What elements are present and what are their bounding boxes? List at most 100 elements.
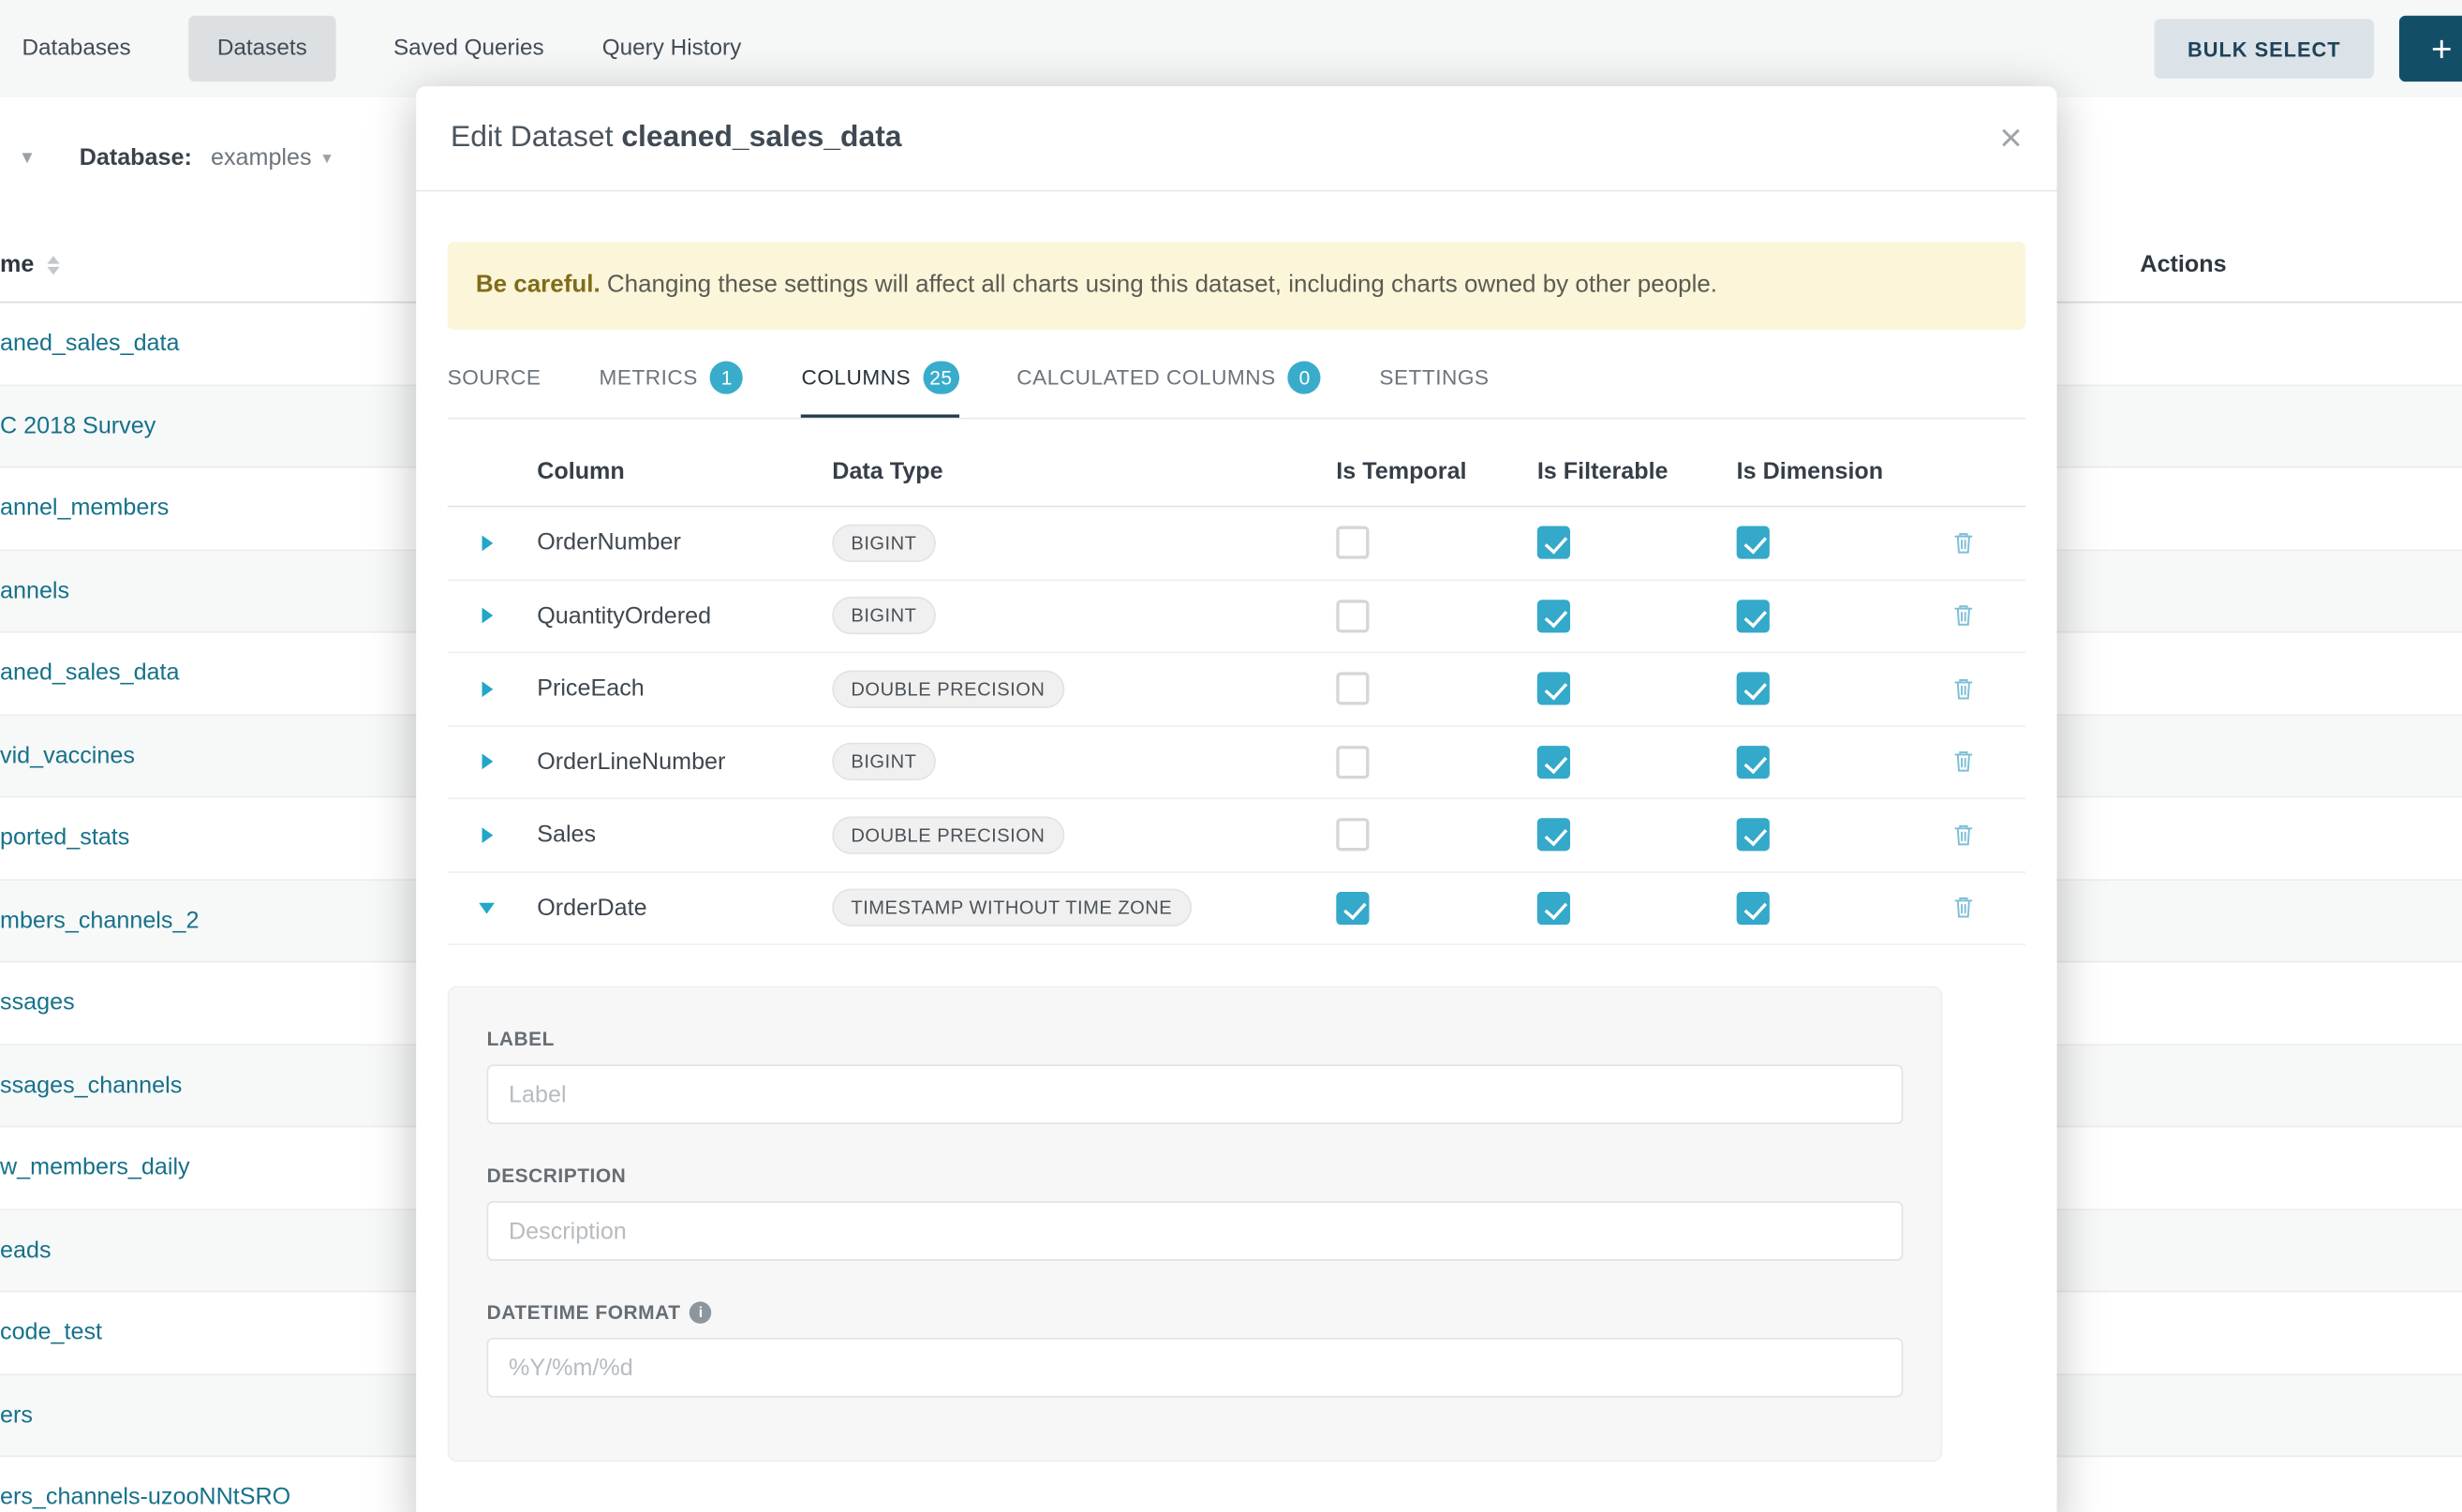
data-type-pill: TIMESTAMP WITHOUT TIME ZONE [832, 889, 1191, 926]
column-name: OrderDate [526, 895, 823, 921]
column-row-expanded: OrderDate TIMESTAMP WITHOUT TIME ZONE [448, 872, 2025, 945]
modal-title: Edit Dataset cleaned_sales_data [451, 121, 902, 156]
dataset-link[interactable]: code_test [0, 1292, 102, 1374]
plus-icon: + [2431, 27, 2453, 68]
nav-tab-datasets[interactable]: Datasets [189, 16, 335, 82]
add-dataset-button[interactable]: + [2399, 16, 2462, 82]
column-name: OrderNumber [526, 529, 823, 556]
expand-caret-icon[interactable] [482, 754, 493, 770]
tab-label: SOURCE [448, 366, 541, 390]
dataset-link[interactable]: eads [0, 1209, 52, 1292]
is-temporal-checkbox[interactable] [1336, 673, 1369, 705]
close-icon[interactable]: × [1999, 119, 2022, 158]
tab-source[interactable]: SOURCE [448, 351, 541, 417]
nav-tab-saved-queries[interactable]: Saved Queries [393, 37, 544, 62]
delete-icon[interactable] [1951, 823, 1975, 848]
dataset-link[interactable]: annels [0, 550, 69, 632]
expand-caret-icon[interactable] [482, 681, 493, 697]
delete-icon[interactable] [1951, 896, 1975, 921]
info-icon[interactable]: i [690, 1301, 712, 1323]
nav-tab-query-history[interactable]: Query History [602, 37, 742, 62]
sort-icon[interactable] [47, 255, 59, 274]
is-dimension-checkbox[interactable] [1737, 526, 1770, 559]
tab-calculated-columns[interactable]: CALCULATED COLUMNS0 [1016, 351, 1321, 417]
collapse-caret-icon[interactable] [479, 902, 495, 913]
modal-tabs: SOURCE METRICS1 COLUMNS25 CALCULATED COL… [448, 351, 2025, 419]
delete-icon[interactable] [1951, 530, 1975, 556]
is-dimension-checkbox[interactable] [1737, 673, 1770, 705]
name-column-header[interactable]: me [0, 251, 34, 277]
metrics-count-badge: 1 [710, 361, 743, 393]
is-dimension-checkbox[interactable] [1737, 600, 1770, 632]
dataset-link[interactable]: mbers_channels_2 [0, 880, 199, 962]
column-header: Column [526, 458, 823, 484]
data-type-pill: BIGINT [832, 597, 935, 634]
modal-title-prefix: Edit Dataset [451, 121, 613, 154]
tab-metrics[interactable]: METRICS1 [600, 351, 744, 417]
warning-lead: Be careful. [476, 272, 601, 298]
is-filterable-checkbox[interactable] [1537, 746, 1570, 778]
column-row: PriceEach DOUBLE PRECISION [448, 653, 2025, 726]
is-filterable-checkbox[interactable] [1537, 600, 1570, 632]
dataset-link[interactable]: annel_members [0, 467, 169, 550]
dataset-link[interactable]: ported_stats [0, 797, 129, 880]
edit-dataset-modal: Edit Dataset cleaned_sales_data × Be car… [416, 86, 2056, 1512]
is-temporal-checkbox[interactable] [1336, 526, 1369, 559]
collapse-caret-icon[interactable]: ▾ [22, 144, 32, 170]
columns-table: Column Data Type Is Temporal Is Filterab… [448, 438, 2025, 945]
nav-tab-databases[interactable]: Databases [22, 37, 130, 62]
dataset-link[interactable]: aned_sales_data [0, 303, 180, 385]
datetime-format-input[interactable] [487, 1338, 1904, 1398]
data-type-pill: DOUBLE PRECISION [832, 670, 1063, 707]
database-filter-select[interactable]: examples ▾ [211, 143, 332, 170]
tab-label: CALCULATED COLUMNS [1016, 366, 1275, 390]
is-filterable-checkbox[interactable] [1537, 673, 1570, 705]
is-temporal-checkbox[interactable] [1336, 746, 1369, 778]
is-filterable-checkbox[interactable] [1537, 892, 1570, 925]
is-dimension-checkbox[interactable] [1737, 892, 1770, 925]
column-row: OrderNumber BIGINT [448, 507, 2025, 580]
is-dimension-checkbox[interactable] [1737, 819, 1770, 852]
is-temporal-checkbox[interactable] [1336, 892, 1369, 925]
datetime-format-field: DATETIME FORMAT i [487, 1301, 1904, 1397]
description-input[interactable] [487, 1201, 1904, 1261]
expand-caret-icon[interactable] [482, 608, 493, 624]
columns-table-header: Column Data Type Is Temporal Is Filterab… [448, 438, 2025, 508]
dataset-link[interactable]: w_members_daily [0, 1127, 190, 1209]
dataset-link[interactable]: ssages [0, 962, 75, 1045]
is-dimension-checkbox[interactable] [1737, 746, 1770, 778]
warning-text: Changing these settings will affect all … [601, 272, 1717, 298]
delete-icon[interactable] [1951, 603, 1975, 629]
delete-icon[interactable] [1951, 676, 1975, 702]
tab-settings[interactable]: SETTINGS [1379, 351, 1489, 417]
dataset-link[interactable]: C 2018 Survey [0, 385, 156, 467]
actions-column-header: Actions [2140, 251, 2226, 277]
label-input[interactable] [487, 1064, 1904, 1124]
is-temporal-checkbox[interactable] [1336, 819, 1369, 852]
database-filter-label: Database: [80, 143, 192, 170]
dataset-link[interactable]: ssages_channels [0, 1045, 182, 1127]
column-row: Sales DOUBLE PRECISION [448, 799, 2025, 872]
expand-caret-icon[interactable] [482, 827, 493, 843]
data-type-pill: BIGINT [832, 743, 935, 780]
is-filterable-checkbox[interactable] [1537, 526, 1570, 559]
dataset-link[interactable]: ers [0, 1374, 33, 1457]
tab-columns[interactable]: COLUMNS25 [801, 351, 958, 417]
label-field-label: LABEL [487, 1029, 555, 1050]
dataset-link[interactable]: ers_channels-uzooNNtSRO [0, 1457, 290, 1512]
modal-body: Be careful. Changing these settings will… [416, 242, 2056, 1461]
is-temporal-checkbox[interactable] [1336, 600, 1369, 632]
column-name: OrderLineNumber [526, 749, 823, 775]
filter-bar: ▾ Database: examples ▾ [0, 130, 332, 184]
bulk-select-button[interactable]: BULK SELECT [2154, 19, 2374, 79]
dataset-link[interactable]: aned_sales_data [0, 632, 180, 715]
warning-banner: Be careful. Changing these settings will… [448, 242, 2025, 330]
expand-caret-icon[interactable] [482, 535, 493, 551]
tab-label: SETTINGS [1379, 366, 1489, 390]
is-filterable-header: Is Filterable [1520, 458, 1719, 484]
column-row: QuantityOrdered BIGINT [448, 580, 2025, 653]
delete-icon[interactable] [1951, 749, 1975, 775]
dataset-link[interactable]: vid_vaccines [0, 715, 135, 797]
data-type-header: Data Type [824, 458, 1319, 484]
is-filterable-checkbox[interactable] [1537, 819, 1570, 852]
